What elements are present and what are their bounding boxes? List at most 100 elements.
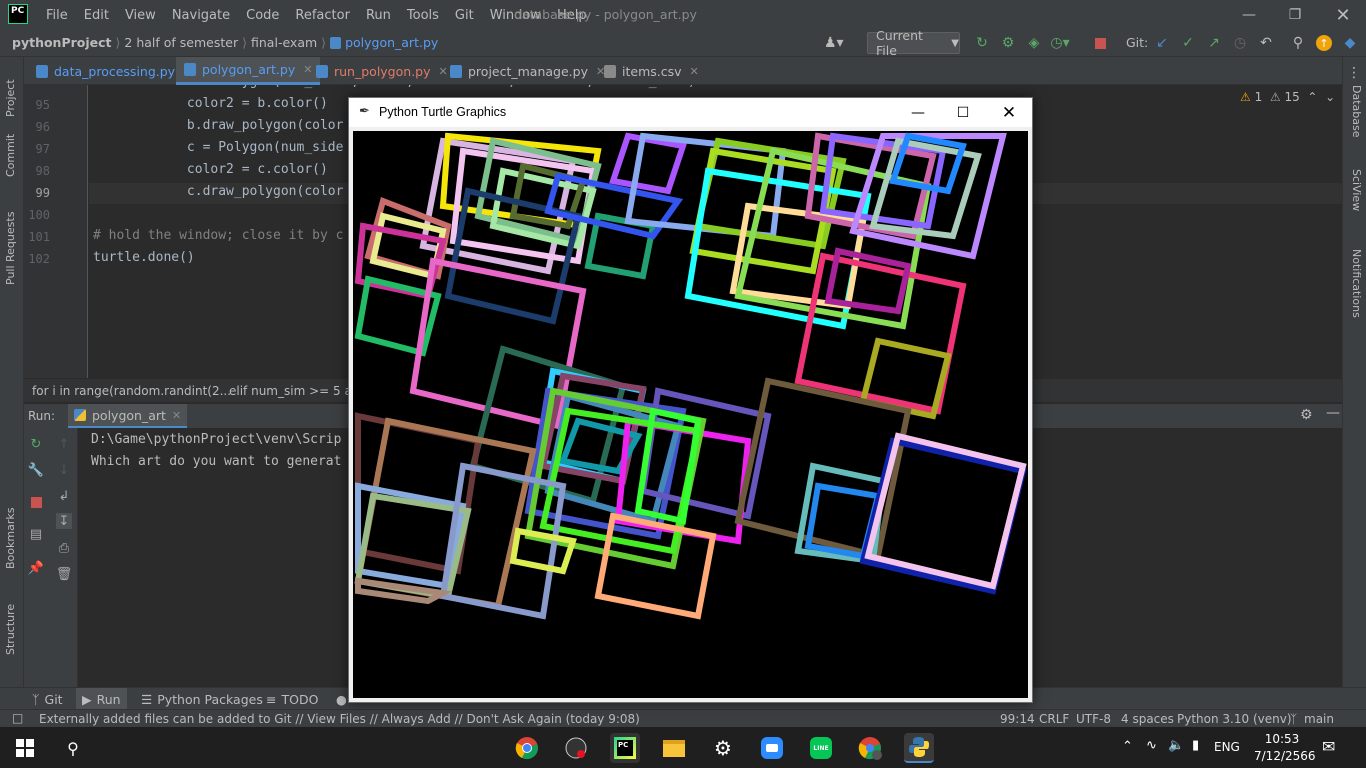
profile-icon[interactable]: ◷▾ bbox=[1050, 33, 1070, 53]
menu-refactor[interactable]: Refactor bbox=[287, 8, 358, 23]
commit-tool-button[interactable]: Commit bbox=[4, 134, 17, 177]
user-icon[interactable]: ♟▾ bbox=[824, 35, 844, 51]
rerun-icon[interactable]: ↻ bbox=[28, 436, 44, 452]
notifications-tool-button[interactable]: Notifications bbox=[1350, 249, 1363, 318]
close-button[interactable]: ✕ bbox=[1320, 0, 1366, 30]
indent-setting[interactable]: 4 spaces bbox=[1121, 712, 1174, 726]
coverage-icon[interactable]: ◈ bbox=[1024, 33, 1044, 53]
language-indicator[interactable]: ENG bbox=[1214, 740, 1240, 754]
rerun-icon[interactable]: ↻ bbox=[972, 33, 992, 53]
menu-run[interactable]: Run bbox=[358, 8, 399, 23]
pull-requests-tool-button[interactable]: Pull Requests bbox=[4, 212, 17, 285]
search-icon[interactable]: ⚲ bbox=[58, 733, 88, 763]
pycharm-logo-icon[interactable]: PC bbox=[8, 4, 28, 24]
breadcrumb-subfolder[interactable]: final-exam bbox=[251, 35, 317, 50]
stop-icon[interactable] bbox=[1090, 33, 1110, 53]
gear-icon[interactable]: ⚙ bbox=[1300, 407, 1313, 423]
git-push-icon[interactable]: ↗ bbox=[1204, 33, 1224, 53]
trash-icon[interactable]: 🗑 bbox=[56, 566, 73, 582]
line-app-icon[interactable]: LINE bbox=[806, 733, 836, 763]
turtle-canvas[interactable] bbox=[353, 131, 1028, 698]
menu-navigate[interactable]: Navigate bbox=[164, 8, 238, 23]
chrome-profile-icon[interactable] bbox=[855, 733, 885, 763]
close-tab-icon[interactable]: ✕ bbox=[172, 409, 181, 422]
hide-panel-icon[interactable]: — bbox=[1326, 405, 1340, 421]
line-separator[interactable]: CRLF bbox=[1039, 712, 1069, 726]
restore-button[interactable]: ❐ bbox=[1272, 0, 1318, 30]
run-tool-tab[interactable]: ▶ Run bbox=[76, 688, 127, 710]
tab-items-csv[interactable]: items.csv ✕ bbox=[596, 57, 707, 85]
turtle-graphics-window[interactable]: ✒ Python Turtle Graphics — ☐ ✕ bbox=[348, 97, 1033, 703]
history-icon[interactable]: ◷ bbox=[1230, 33, 1250, 53]
project-tool-button[interactable]: Project bbox=[4, 79, 17, 117]
file-explorer-icon[interactable] bbox=[659, 733, 689, 763]
git-branch[interactable]: main bbox=[1304, 712, 1334, 726]
file-encoding[interactable]: UTF-8 bbox=[1076, 712, 1111, 726]
chevron-down-icon[interactable]: ⌄ bbox=[1325, 90, 1335, 104]
chevron-up-icon[interactable]: ⌃ bbox=[1122, 739, 1133, 754]
search-icon[interactable]: ⚲ bbox=[1288, 33, 1308, 53]
update-available-icon[interactable]: ↑ bbox=[1314, 33, 1334, 53]
run-tab-polygon-art[interactable]: polygon_art ✕ bbox=[68, 404, 188, 428]
print-icon[interactable]: ⎙ bbox=[56, 540, 72, 556]
menu-file[interactable]: File bbox=[38, 8, 76, 23]
pycharm-icon[interactable]: PC bbox=[610, 733, 640, 763]
menu-git[interactable]: Git bbox=[447, 8, 482, 23]
python-interpreter[interactable]: Python 3.10 (venv) bbox=[1177, 712, 1292, 726]
scroll-to-end-icon[interactable]: ↧ bbox=[56, 513, 72, 529]
structure-item[interactable]: elif num_sim >= 5 and bbox=[229, 384, 367, 398]
bookmarks-tool-button[interactable]: Bookmarks bbox=[4, 508, 17, 569]
status-message[interactable]: Externally added files can be added to G… bbox=[39, 712, 640, 726]
notification-center-icon[interactable]: ✉ bbox=[1322, 737, 1335, 756]
chrome-icon[interactable] bbox=[512, 733, 542, 763]
more-options-icon[interactable]: ⋮ bbox=[1347, 65, 1361, 81]
git-update-icon[interactable]: ↙ bbox=[1152, 33, 1172, 53]
structure-tool-button[interactable]: Structure bbox=[4, 604, 17, 655]
menu-code[interactable]: Code bbox=[238, 8, 287, 23]
status-toggle-icon[interactable]: □ bbox=[12, 711, 23, 725]
clock-date[interactable]: 7/12/2566 bbox=[1254, 749, 1316, 763]
stop-icon[interactable] bbox=[28, 494, 44, 510]
menu-tools[interactable]: Tools bbox=[399, 8, 447, 23]
soft-wrap-icon[interactable]: ↲ bbox=[56, 488, 72, 504]
settings-icon[interactable]: ⚙ bbox=[708, 733, 738, 763]
minimize-button[interactable]: — bbox=[1226, 0, 1272, 30]
tab-project-manage[interactable]: project_manage.py ✕ bbox=[442, 57, 613, 85]
structure-item[interactable]: for i in range(random.randint(2... bbox=[32, 384, 231, 398]
python-packages-tool-tab[interactable]: ☰ Python Packages bbox=[135, 688, 269, 710]
down-arrow-icon[interactable]: ↓ bbox=[56, 462, 72, 478]
battery-icon[interactable]: ▮ bbox=[1192, 738, 1199, 753]
volume-icon[interactable]: 🔈 bbox=[1168, 738, 1184, 753]
chevron-up-icon[interactable]: ⌃ bbox=[1307, 90, 1317, 104]
breadcrumb-file[interactable]: polygon_art.py bbox=[345, 35, 438, 50]
tab-data-processing[interactable]: data_processing.py ✕ bbox=[28, 57, 200, 85]
breadcrumb-project[interactable]: pythonProject bbox=[12, 35, 112, 50]
debug-icon[interactable]: ⚙ bbox=[998, 33, 1018, 53]
obs-icon[interactable] bbox=[561, 733, 591, 763]
minimize-button[interactable]: — bbox=[895, 98, 941, 127]
python-turtle-taskbar-icon[interactable] bbox=[904, 733, 934, 763]
git-tool-tab[interactable]: ᛉ Git bbox=[26, 688, 69, 710]
maximize-button[interactable]: ☐ bbox=[940, 98, 986, 127]
tab-polygon-art[interactable]: polygon_art.py ✕ bbox=[176, 57, 321, 85]
rollback-icon[interactable]: ↶ bbox=[1256, 33, 1276, 53]
windows-start-icon[interactable] bbox=[10, 733, 40, 763]
sciview-tool-button[interactable]: SciView bbox=[1350, 169, 1363, 211]
todo-tool-tab[interactable]: ≡ TODO bbox=[260, 688, 324, 710]
clock-time[interactable]: 10:53 bbox=[1254, 732, 1310, 746]
close-button[interactable]: ✕ bbox=[986, 98, 1032, 127]
caret-position[interactable]: 99:14 bbox=[1000, 712, 1035, 726]
turtle-title-bar[interactable]: ✒ Python Turtle Graphics — ☐ ✕ bbox=[349, 98, 1032, 127]
pin-icon[interactable]: 📌 bbox=[28, 560, 44, 576]
tab-run-polygon[interactable]: run_polygon.py ✕ bbox=[308, 57, 456, 85]
up-arrow-icon[interactable]: ↑ bbox=[56, 436, 72, 452]
menu-edit[interactable]: Edit bbox=[76, 8, 117, 23]
run-config-select[interactable]: Current File ▼ bbox=[867, 28, 960, 58]
layout-icon[interactable]: ▤ bbox=[28, 526, 44, 542]
zoom-icon[interactable] bbox=[757, 733, 787, 763]
wrench-icon[interactable]: 🔧 bbox=[28, 462, 44, 478]
inspection-widget[interactable]: ⚠ 1 ⚠ 15 ⌃ ⌄ bbox=[1240, 90, 1335, 104]
settings-sync-icon[interactable]: ◆ bbox=[1340, 33, 1360, 53]
git-commit-icon[interactable]: ✓ bbox=[1178, 33, 1198, 53]
database-tool-button[interactable]: Database bbox=[1350, 85, 1363, 138]
